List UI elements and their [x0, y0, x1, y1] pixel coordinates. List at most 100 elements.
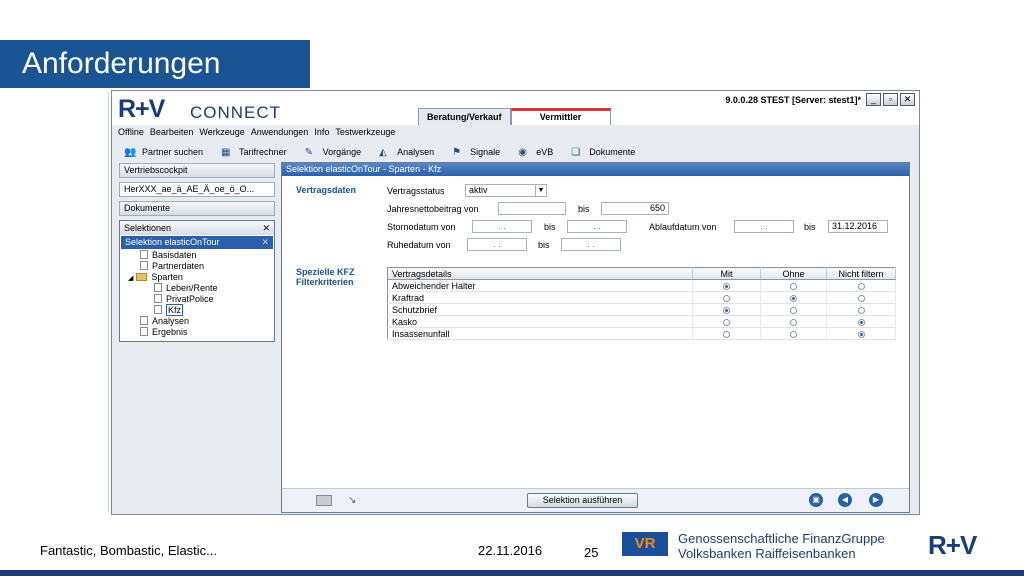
tab-beratung-verkauf[interactable]: Beratung/Verkauf — [418, 108, 511, 125]
close-icon[interactable]: ✕ — [262, 221, 270, 235]
menu-werkzeuge[interactable]: Werkzeuge — [199, 125, 244, 140]
ablaufdatum-from-input[interactable]: . . — [734, 220, 794, 233]
radio-ohne[interactable] — [790, 330, 797, 338]
tree-item-ergebnis[interactable]: Ergebnis — [124, 327, 274, 338]
ruhedatum-from-input[interactable]: . . — [467, 238, 527, 251]
tree-label: Analysen — [152, 316, 190, 326]
radio-ohne[interactable] — [790, 294, 797, 302]
jahresnettobeitrag-from-input[interactable] — [498, 202, 566, 215]
tree-item-basisdaten[interactable]: Basisdaten — [124, 250, 274, 261]
document-icon — [140, 327, 148, 336]
radio-cell — [692, 279, 761, 292]
evb-button[interactable]: ◉ eVB — [518, 147, 553, 158]
signal-icon: ⚑ — [452, 146, 462, 158]
radio-ohne[interactable] — [790, 318, 797, 326]
row-label: Kasko — [387, 315, 693, 328]
footer-text: Fantastic, Bombastic, Elastic... — [40, 543, 218, 558]
save-icon[interactable]: ▣ — [809, 493, 823, 507]
page-number: 25 — [584, 545, 599, 560]
signale-button[interactable]: ⚑ Signale — [452, 147, 500, 158]
radio-mit[interactable] — [723, 294, 730, 302]
document-icon — [154, 283, 162, 292]
section-kfz-filter-line2: Filterkriterien — [296, 277, 354, 287]
analysen-button[interactable]: ◭ Analysen — [379, 147, 434, 158]
table-row: Schutzbrief — [387, 303, 896, 316]
menu-testwerkzeuge[interactable]: Testwerkzeuge — [335, 125, 395, 140]
row-label: Kraftrad — [387, 291, 693, 304]
restore-icon[interactable]: ▫ — [883, 93, 898, 106]
back-icon[interactable]: ◀ — [838, 493, 852, 507]
selektion-ausfuehren-button[interactable]: Selektion ausführen — [527, 493, 638, 508]
radio-cell — [692, 291, 761, 304]
toolbar-label: Vorgänge — [322, 147, 362, 157]
dokumente-button[interactable]: ❏ Dokumente — [571, 147, 635, 158]
tree-item-privatpolice[interactable]: PrivatPolice — [124, 294, 274, 305]
ablaufdatum-to-input[interactable]: 31.12.2016 — [828, 220, 888, 233]
org-line1: Genossenschaftliche FinanzGruppe — [678, 531, 885, 546]
tree-label: Partnerdaten — [152, 261, 205, 271]
close-icon[interactable]: ✕ — [900, 93, 915, 106]
radio-ohne[interactable] — [790, 306, 797, 314]
tree-label: Basisdaten — [152, 250, 197, 260]
selected-selektion[interactable]: Selektion elasticOnTour ✕ — [121, 236, 273, 249]
ablaufdatum-label: Ablaufdatum von — [649, 222, 717, 232]
chevron-down-icon[interactable]: ▼ — [535, 185, 546, 196]
radio-nicht-filtern[interactable] — [857, 282, 865, 290]
printer-icon[interactable] — [316, 495, 332, 506]
menu-offline[interactable]: Offline — [118, 125, 144, 140]
panel-title: Selektionen — [124, 223, 172, 233]
version-label: 9.0.0.28 STEST [Server: stest1]* — [725, 95, 861, 105]
radio-mit[interactable] — [723, 306, 730, 314]
vorgaenge-button[interactable]: ✎ Vorgänge — [305, 147, 362, 158]
stornodatum-label: Stornodatum von — [387, 222, 456, 232]
menu-anwendungen[interactable]: Anwendungen — [251, 125, 309, 140]
stornodatum-to-input[interactable]: . . — [567, 220, 627, 233]
main-panel: Selektion elasticOnTour - Sparten - Kfz … — [281, 162, 910, 513]
tree-item-sparten[interactable]: ◢ Sparten — [124, 272, 274, 283]
radio-cell — [760, 291, 827, 304]
menu-bearbeiten[interactable]: Bearbeiten — [150, 125, 194, 140]
minimize-icon[interactable]: _ — [866, 93, 881, 106]
jahresnettobeitrag-to-input[interactable]: 650 — [601, 202, 669, 215]
radio-mit[interactable] — [723, 282, 730, 290]
table-row: Kraftrad — [387, 291, 896, 304]
organisation-name: Genossenschaftliche FinanzGruppe Volksba… — [678, 531, 885, 561]
tree-item-analysen[interactable]: Analysen — [124, 316, 274, 327]
column-header: Nicht filtern — [826, 267, 896, 280]
tab-vermittler[interactable]: Vermittler — [510, 108, 611, 125]
close-icon[interactable]: ✕ — [261, 236, 269, 249]
ruhedatum-to-input[interactable]: . . — [561, 238, 621, 251]
selected-label: Selektion elasticOnTour — [125, 237, 220, 247]
partner-suchen-button[interactable]: 👥 Partner suchen — [124, 147, 203, 158]
people-icon: 👥 — [124, 146, 137, 158]
tree-item-leben-rente[interactable]: Leben/Rente — [124, 283, 274, 294]
sidebar-vertriebscockpit[interactable]: Vertriebscockpit — [119, 163, 275, 178]
radio-mit[interactable] — [723, 318, 730, 326]
menu-info[interactable]: Info — [314, 125, 329, 140]
expand-icon[interactable]: ◢ — [128, 275, 133, 282]
column-header: Ohne — [760, 267, 827, 280]
radio-nicht-filtern[interactable] — [857, 330, 865, 338]
vertragsstatus-select[interactable]: aktiv ▼ — [465, 184, 547, 197]
radio-cell — [826, 315, 896, 328]
radio-nicht-filtern[interactable] — [857, 294, 865, 302]
tarifrechner-button[interactable]: ▦ Tarifrechner — [221, 147, 287, 158]
forward-icon[interactable]: ▶ — [869, 493, 883, 507]
export-arrow-icon[interactable]: ↘ — [348, 495, 356, 506]
sidebar-partner-field[interactable]: HerXXX_ae_ä_AE_Ä_oe_ö_O... — [119, 182, 275, 197]
window-controls: _ ▫ ✕ — [866, 93, 915, 106]
toolbar-label: Analysen — [397, 147, 435, 157]
radio-nicht-filtern[interactable] — [857, 306, 865, 314]
bis-label: bis — [804, 222, 816, 232]
document-icon — [140, 261, 148, 270]
stornodatum-from-input[interactable]: . . — [472, 220, 532, 233]
radio-cell — [826, 279, 896, 292]
app-titlebar: R+V CONNECT Beratung/Verkauf Vermittler … — [112, 91, 919, 125]
radio-cell — [692, 315, 761, 328]
tree-item-kfz[interactable]: Kfz — [124, 304, 274, 316]
radio-mit[interactable] — [723, 330, 730, 338]
radio-nicht-filtern[interactable] — [857, 318, 865, 326]
tree-item-partnerdaten[interactable]: Partnerdaten — [124, 261, 274, 272]
radio-ohne[interactable] — [790, 282, 797, 290]
sidebar-dokumente[interactable]: Dokumente — [119, 201, 275, 216]
